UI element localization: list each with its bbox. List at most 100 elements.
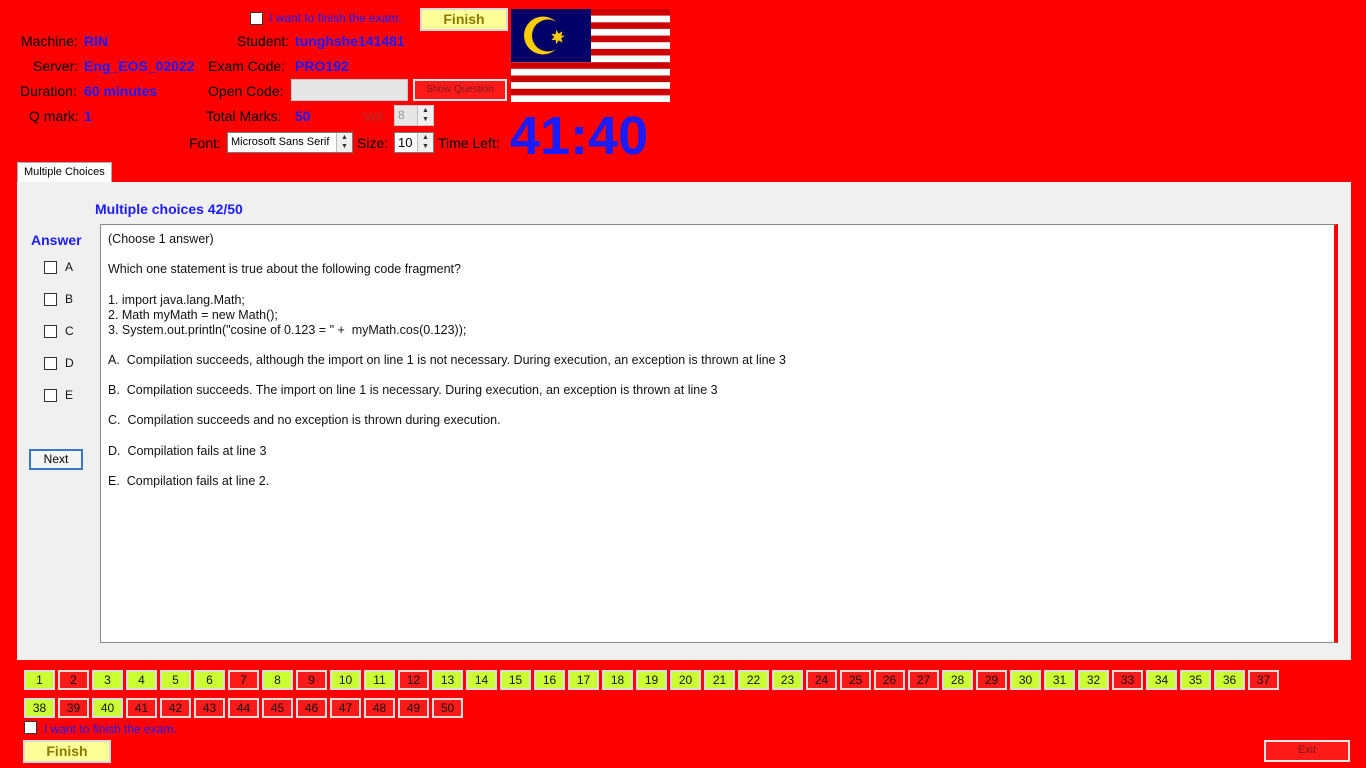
question-number-28[interactable]: 28 xyxy=(942,670,973,690)
answer-option-a[interactable]: A xyxy=(44,260,73,274)
next-button[interactable]: Next xyxy=(29,449,83,470)
question-line: E. Compilation fails at line 2. xyxy=(108,474,270,488)
question-number-38[interactable]: 38 xyxy=(24,698,55,718)
question-number-14[interactable]: 14 xyxy=(466,670,497,690)
exam-code-label: Exam Code: xyxy=(208,58,286,74)
size-label: Size: xyxy=(357,135,389,151)
question-number-35[interactable]: 35 xyxy=(1180,670,1211,690)
answer-checkbox[interactable] xyxy=(44,324,57,338)
answer-option-d[interactable]: D xyxy=(44,356,74,370)
question-number-42[interactable]: 42 xyxy=(160,698,191,718)
question-number-12[interactable]: 12 xyxy=(398,670,429,690)
answer-checkbox[interactable] xyxy=(44,356,57,370)
question-number-31[interactable]: 31 xyxy=(1044,670,1075,690)
question-number-48[interactable]: 48 xyxy=(364,698,395,718)
size-spinner[interactable]: 10 ▲ ▼ xyxy=(394,132,434,153)
question-number-19[interactable]: 19 xyxy=(636,670,667,690)
spinner-arrows-icon[interactable]: ▲ ▼ xyxy=(417,133,433,152)
answer-heading: Answer xyxy=(31,232,82,248)
question-number-15[interactable]: 15 xyxy=(500,670,531,690)
question-number-23[interactable]: 23 xyxy=(772,670,803,690)
finish-button[interactable]: Finish xyxy=(420,8,508,31)
question-number-18[interactable]: 18 xyxy=(602,670,633,690)
answer-option-label: C xyxy=(65,324,74,338)
open-code-input[interactable] xyxy=(291,79,408,101)
question-heading: Multiple choices 42/50 xyxy=(95,201,243,217)
question-number-50[interactable]: 50 xyxy=(432,698,463,718)
question-number-21[interactable]: 21 xyxy=(704,670,735,690)
question-line: C. Compilation succeeds and no exception… xyxy=(108,413,501,427)
open-code-label: Open Code: xyxy=(208,83,284,99)
question-number-3[interactable]: 3 xyxy=(92,670,123,690)
question-number-5[interactable]: 5 xyxy=(160,670,191,690)
exam-code-value: PRO192 xyxy=(295,58,349,74)
question-number-6[interactable]: 6 xyxy=(194,670,225,690)
answer-option-label: A xyxy=(65,260,74,274)
question-number-39[interactable]: 39 xyxy=(58,698,89,718)
spinner-arrows-icon[interactable]: ▲ ▼ xyxy=(336,133,352,152)
question-number-29[interactable]: 29 xyxy=(976,670,1007,690)
question-number-49[interactable]: 49 xyxy=(398,698,429,718)
question-number-30[interactable]: 30 xyxy=(1010,670,1041,690)
answer-option-e[interactable]: E xyxy=(44,388,73,402)
server-label: Server: xyxy=(33,58,79,74)
question-number-16[interactable]: 16 xyxy=(534,670,565,690)
question-number-45[interactable]: 45 xyxy=(262,698,293,718)
question-number-27[interactable]: 27 xyxy=(908,670,939,690)
question-number-26[interactable]: 26 xyxy=(874,670,905,690)
answer-option-c[interactable]: C xyxy=(44,324,74,338)
question-number-47[interactable]: 47 xyxy=(330,698,361,718)
font-label: Font: xyxy=(189,135,221,151)
show-question-button[interactable]: Show Question xyxy=(413,79,507,101)
question-number-4[interactable]: 4 xyxy=(126,670,157,690)
question-number-1[interactable]: 1 xyxy=(24,670,55,690)
vol-spinner[interactable]: 8 ▲ ▼ xyxy=(394,105,434,126)
finish-exam-label: I want to finish the exam. xyxy=(269,11,402,25)
question-number-7[interactable]: 7 xyxy=(228,670,259,690)
finish-exam-label: I want to finish the exam. xyxy=(44,722,177,736)
question-number-9[interactable]: 9 xyxy=(296,670,327,690)
question-number-33[interactable]: 33 xyxy=(1112,670,1143,690)
question-number-20[interactable]: 20 xyxy=(670,670,701,690)
malaysia-flag-icon xyxy=(511,9,670,102)
timer: 41:40 xyxy=(510,106,649,166)
answer-checkbox[interactable] xyxy=(44,388,57,402)
question-number-25[interactable]: 25 xyxy=(840,670,871,690)
question-number-37[interactable]: 37 xyxy=(1248,670,1279,690)
question-number-8[interactable]: 8 xyxy=(262,670,293,690)
question-number-2[interactable]: 2 xyxy=(58,670,89,690)
answer-checkbox[interactable] xyxy=(44,292,57,306)
finish-exam-checkbox[interactable] xyxy=(24,721,37,734)
question-number-32[interactable]: 32 xyxy=(1078,670,1109,690)
question-number-36[interactable]: 36 xyxy=(1214,670,1245,690)
duration-value: 60 minutes xyxy=(84,83,158,99)
spinner-arrows-icon[interactable]: ▲ ▼ xyxy=(417,106,433,125)
server-value: Eng_EOS_02022 xyxy=(84,58,195,74)
question-number-17[interactable]: 17 xyxy=(568,670,599,690)
question-number-40[interactable]: 40 xyxy=(92,698,123,718)
machine-label: Machine: xyxy=(21,33,78,49)
size-value: 10 xyxy=(398,135,413,150)
question-text-box[interactable]: (Choose 1 answer) Which one statement is… xyxy=(100,224,1338,643)
question-number-34[interactable]: 34 xyxy=(1146,670,1177,690)
finish-exam-checkbox[interactable] xyxy=(250,12,263,25)
font-select[interactable]: Microsoft Sans Serif ▲ ▼ xyxy=(227,132,353,153)
tab-multiple-choices[interactable]: Multiple Choices xyxy=(17,162,112,183)
exit-button[interactable]: Exit xyxy=(1264,740,1350,762)
question-line: (Choose 1 answer) xyxy=(108,232,214,246)
question-number-24[interactable]: 24 xyxy=(806,670,837,690)
question-number-44[interactable]: 44 xyxy=(228,698,259,718)
question-number-11[interactable]: 11 xyxy=(364,670,395,690)
total-marks-label: Total Marks: xyxy=(206,108,282,124)
question-number-10[interactable]: 10 xyxy=(330,670,361,690)
question-number-43[interactable]: 43 xyxy=(194,698,225,718)
question-line: B. Compilation succeeds. The import on l… xyxy=(108,383,718,397)
question-number-41[interactable]: 41 xyxy=(126,698,157,718)
question-number-22[interactable]: 22 xyxy=(738,670,769,690)
finish-button-bottom[interactable]: Finish xyxy=(23,740,111,763)
question-number-46[interactable]: 46 xyxy=(296,698,327,718)
q-mark-value: 1 xyxy=(84,108,92,124)
answer-option-b[interactable]: B xyxy=(44,292,73,306)
question-number-13[interactable]: 13 xyxy=(432,670,463,690)
answer-checkbox[interactable] xyxy=(44,260,57,274)
